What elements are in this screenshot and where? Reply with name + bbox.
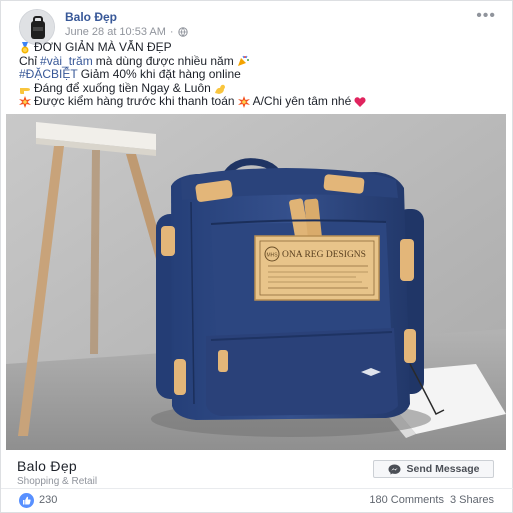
post-stats: 230 180 Comments 3 Shares xyxy=(1,488,513,512)
caption-text: Giảm 40% khi đặt hàng online xyxy=(80,67,241,82)
card-category: Shopping & Retail xyxy=(17,476,98,487)
engagement-stats: 180 Comments 3 Shares xyxy=(369,494,494,506)
caption-text: mà dùng được nhiều năm xyxy=(95,53,234,68)
caption-text: Được kiểm hàng trước khi thanh toán xyxy=(34,94,235,109)
heart-emoji-icon xyxy=(354,97,366,108)
caption-line-5: Được kiểm hàng trước khi thanh toán A/Ch… xyxy=(19,95,499,109)
medal-emoji-icon xyxy=(21,41,29,54)
meta-separator: · xyxy=(169,26,174,38)
post-timestamp[interactable]: June 28 at 10:53 AM xyxy=(65,26,166,38)
page-name-link[interactable]: Balo Đẹp xyxy=(65,10,117,24)
post-header: Balo Đẹp June 28 at 10:53 AM · ••• xyxy=(1,1,513,45)
backpack-photo: MHS ONA REG DESIGNS xyxy=(6,114,506,450)
send-message-button[interactable]: Send Message xyxy=(373,460,494,478)
post-photo[interactable]: MHS ONA REG DESIGNS xyxy=(6,114,506,450)
caption-text: A/Chi yên tâm nhé xyxy=(252,94,352,109)
likes-count[interactable]: 230 xyxy=(39,494,57,506)
thumbs-up-icon xyxy=(23,496,31,505)
party-popper-emoji-icon xyxy=(237,56,249,67)
card-page-name[interactable]: Balo Đẹp xyxy=(17,458,77,474)
caption-line-4: Đáng để xuống tiền Ngay & Luôn xyxy=(19,80,499,96)
patch-brand-text: ONA REG DESIGNS xyxy=(282,250,366,260)
patch-badge: MHS xyxy=(266,253,278,259)
post-meta: June 28 at 10:53 AM · xyxy=(65,26,188,38)
send-message-label: Send Message xyxy=(406,463,480,475)
like-reaction-icon[interactable] xyxy=(19,493,34,508)
more-options-icon[interactable]: ••• xyxy=(476,7,496,25)
messenger-icon xyxy=(388,464,401,474)
caption-line-2: Chỉ #vài_trăm mà dùng được nhiều năm xyxy=(19,53,499,69)
caption-text: Đáng để xuống tiền Ngay & Luôn xyxy=(34,80,211,95)
flexed-arm-emoji-icon xyxy=(214,84,225,94)
pointing-hand-emoji-icon xyxy=(20,87,30,94)
comments-count[interactable]: 180 Comments xyxy=(369,494,444,506)
caption-text: ĐƠN GIẢN MÀ VẪN ĐẸP xyxy=(34,40,172,54)
hashtag-link[interactable]: #ĐẶCBIỆT xyxy=(19,68,78,82)
page-card: Balo Đẹp Shopping & Retail Send Message xyxy=(6,451,506,488)
collision-emoji-icon xyxy=(19,96,31,109)
post-caption: ĐƠN GIẢN MÀ VẪN ĐẸP Chỉ #vài_trăm mà dùn… xyxy=(19,40,499,109)
shares-count[interactable]: 3 Shares xyxy=(450,494,494,506)
facebook-post: Balo Đẹp June 28 at 10:53 AM · ••• ĐƠN G… xyxy=(0,0,513,513)
globe-icon[interactable] xyxy=(177,27,188,37)
caption-line-1: ĐƠN GIẢN MÀ VẪN ĐẸP xyxy=(19,40,499,55)
collision-emoji-icon xyxy=(237,96,250,109)
caption-line-3: #ĐẶCBIỆT Giảm 40% khi đặt hàng online xyxy=(19,68,499,82)
